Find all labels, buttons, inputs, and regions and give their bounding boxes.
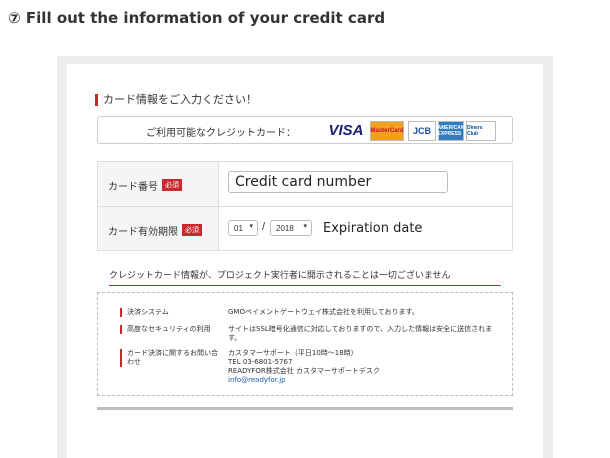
accepted-cards-box: ご利用可能なクレジットカード： VISA MasterCard JCB AMER…	[97, 116, 513, 144]
card-number-input[interactable]: Credit card number	[228, 171, 448, 193]
info-value: GMOペイメントゲートウェイ株式会社を利用しております。	[228, 308, 419, 316]
diners-club-logo: Diners Club	[466, 121, 496, 141]
info-key: 高度なセキュリティの利用	[120, 325, 223, 334]
privacy-notice: クレジットカード情報が、プロジェクト実行者に開示されることは一切ございません	[109, 268, 501, 286]
payment-info-box: 決済システム GMOペイメントゲートウェイ株式会社を利用しております。 高度なセ…	[97, 292, 513, 396]
visa-logo: VISA	[328, 121, 364, 139]
expiration-year-select[interactable]: 2018 ▾	[270, 220, 312, 236]
date-separator: /	[262, 221, 266, 233]
info-key: 決済システム	[120, 308, 223, 317]
section-heading: カード情報をご入力ください！	[95, 94, 257, 106]
chevron-down-icon: ▾	[303, 223, 307, 230]
contact-hours: カスタマーサポート（平日10時〜18時）	[228, 349, 358, 357]
expiration-month-value: 01	[234, 223, 243, 233]
jcb-logo: JCB	[408, 121, 436, 141]
card-number-label-cell: カード番号 必須	[98, 162, 219, 206]
expiration-row: カード有効期限 必須 01 ▾ / 2018 ▾ Expiration date	[98, 207, 512, 250]
info-contact-lines: カスタマーサポート（平日10時〜18時） TEL 03-6801-5767 RE…	[228, 349, 498, 385]
expiration-month-select[interactable]: 01 ▾	[228, 220, 258, 236]
mastercard-logo: MasterCard	[370, 121, 404, 141]
contact-company: READYFOR株式会社 カスタマーサポートデスク	[228, 367, 380, 375]
info-key: カード決済に関するお問い合わせ	[120, 349, 223, 367]
chevron-down-icon: ▾	[249, 223, 253, 230]
expiration-label-cell: カード有効期限 必須	[98, 207, 219, 250]
expiration-annotation: Expiration date	[323, 221, 423, 236]
accepted-cards-label: ご利用可能なクレジットカード：	[146, 128, 296, 139]
card-number-label: カード番号	[108, 182, 158, 193]
amex-logo: AMERICAN EXPRESS	[438, 121, 464, 141]
credit-card-form: カード情報をご入力ください！ ご利用可能なクレジットカード： VISA Mast…	[67, 64, 543, 458]
expiration-label: カード有効期限	[108, 227, 178, 238]
card-number-value: Credit card number	[235, 174, 372, 190]
card-number-row: カード番号 必須 Credit card number	[98, 162, 512, 207]
step-title: ⑦ Fill out the information of your credi…	[8, 9, 386, 27]
required-badge: 必須	[182, 224, 202, 236]
card-form-table: カード番号 必須 Credit card number カード有効期限 必須 0…	[97, 161, 513, 251]
divider	[97, 407, 513, 410]
required-badge: 必須	[162, 179, 182, 191]
credit-card-panel: カード情報をご入力ください！ ご利用可能なクレジットカード： VISA Mast…	[57, 56, 553, 458]
contact-email-link[interactable]: info@readyfor.jp	[228, 376, 286, 384]
contact-phone: TEL 03-6801-5767	[228, 358, 293, 366]
expiration-year-value: 2018	[276, 223, 294, 233]
info-value: サイトはSSL暗号化通信に対応しておりますので、入力した情報は安全に送信されます…	[228, 325, 493, 342]
